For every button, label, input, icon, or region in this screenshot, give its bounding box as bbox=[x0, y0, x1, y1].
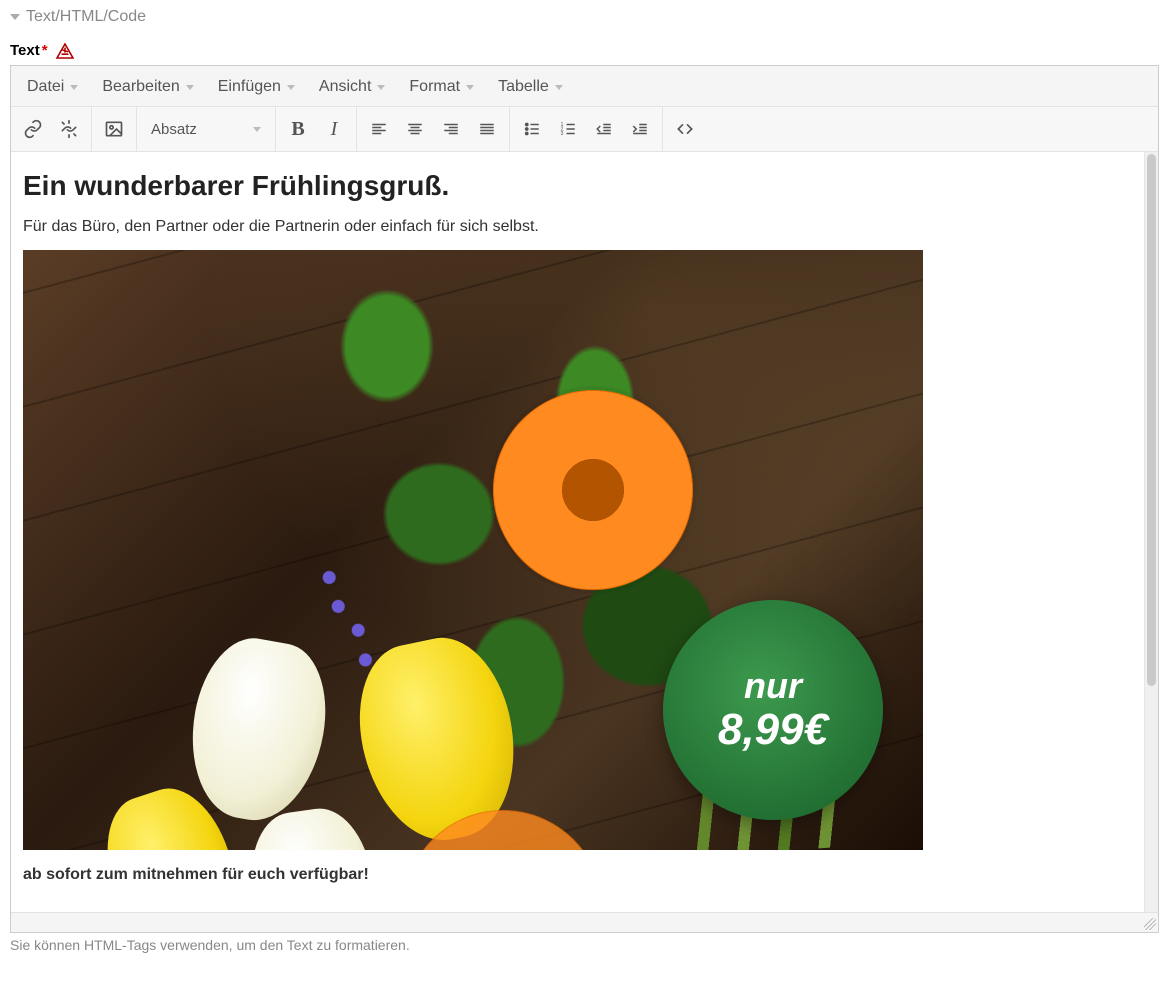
align-left-icon bbox=[370, 120, 388, 138]
chevron-down-icon bbox=[555, 85, 563, 90]
toolbar-group-text-style: B I bbox=[276, 107, 357, 151]
menu-label: Format bbox=[409, 78, 460, 96]
content-image[interactable]: nur 8,99€ bbox=[23, 250, 923, 850]
warning-icon bbox=[56, 43, 74, 59]
align-justify-icon bbox=[478, 120, 496, 138]
field-label-text: Text bbox=[10, 42, 40, 59]
insert-link-button[interactable] bbox=[15, 111, 51, 147]
content-heading[interactable]: Ein wunderbarer Frühlingsgruß. bbox=[23, 170, 1132, 202]
price-badge-line2: 8,99€ bbox=[718, 708, 828, 752]
bold-button[interactable]: B bbox=[280, 111, 316, 147]
indent-icon bbox=[631, 120, 649, 138]
caret-down-icon bbox=[10, 14, 20, 20]
bold-icon: B bbox=[291, 118, 304, 141]
section-title: Text/HTML/Code bbox=[26, 8, 146, 26]
chevron-down-icon bbox=[377, 85, 385, 90]
svg-text:3: 3 bbox=[561, 131, 564, 137]
section-header[interactable]: Text/HTML/Code bbox=[10, 8, 1159, 26]
numbered-list-button[interactable]: 123 bbox=[550, 111, 586, 147]
field-help-text: Sie können HTML-Tags verwenden, um den T… bbox=[10, 937, 1159, 953]
unlink-icon bbox=[59, 119, 79, 139]
insert-image-button[interactable] bbox=[96, 111, 132, 147]
vertical-scrollbar[interactable] bbox=[1144, 152, 1158, 912]
toolbar-group-align bbox=[357, 107, 510, 151]
outdent-button[interactable] bbox=[586, 111, 622, 147]
align-center-button[interactable] bbox=[397, 111, 433, 147]
indent-button[interactable] bbox=[622, 111, 658, 147]
menu-label: Tabelle bbox=[498, 78, 549, 96]
toolbar-group-source bbox=[663, 107, 707, 151]
align-right-icon bbox=[442, 120, 460, 138]
menu-ansicht[interactable]: Ansicht bbox=[309, 72, 395, 102]
rich-text-editor: Datei Bearbeiten Einfügen Ansicht Format… bbox=[10, 65, 1159, 933]
bullet-list-icon bbox=[523, 120, 541, 138]
chevron-down-icon bbox=[253, 127, 261, 132]
italic-icon: I bbox=[331, 118, 338, 141]
editor-menubar: Datei Bearbeiten Einfügen Ansicht Format… bbox=[11, 66, 1158, 107]
editor-body-wrap: Ein wunderbarer Frühlingsgruß. Für das B… bbox=[11, 152, 1158, 912]
orange-flower-graphic bbox=[493, 390, 693, 590]
editor-statusbar bbox=[11, 912, 1158, 932]
content-intro[interactable]: Für das Büro, den Partner oder die Partn… bbox=[23, 218, 1132, 236]
italic-button[interactable]: I bbox=[316, 111, 352, 147]
source-code-button[interactable] bbox=[667, 111, 703, 147]
editor-content[interactable]: Ein wunderbarer Frühlingsgruß. Für das B… bbox=[11, 152, 1144, 912]
menu-label: Ansicht bbox=[319, 78, 371, 96]
resize-handle[interactable] bbox=[1144, 918, 1156, 930]
menu-bearbeiten[interactable]: Bearbeiten bbox=[92, 72, 203, 102]
price-badge: nur 8,99€ bbox=[663, 600, 883, 820]
menu-format[interactable]: Format bbox=[399, 72, 484, 102]
bullet-list-button[interactable] bbox=[514, 111, 550, 147]
outdent-icon bbox=[595, 120, 613, 138]
block-format-select[interactable]: Absatz bbox=[141, 111, 271, 147]
toolbar-group-lists: 123 bbox=[510, 107, 663, 151]
remove-link-button[interactable] bbox=[51, 111, 87, 147]
numbered-list-icon: 123 bbox=[559, 120, 577, 138]
menu-label: Bearbeiten bbox=[102, 78, 179, 96]
scroll-thumb[interactable] bbox=[1147, 154, 1156, 686]
code-icon bbox=[675, 119, 695, 139]
editor-toolbar: Absatz B I bbox=[11, 107, 1158, 152]
required-marker: * bbox=[42, 42, 48, 59]
chevron-down-icon bbox=[70, 85, 78, 90]
block-format-value: Absatz bbox=[151, 121, 197, 138]
align-left-button[interactable] bbox=[361, 111, 397, 147]
toolbar-group-links bbox=[11, 107, 92, 151]
chevron-down-icon bbox=[466, 85, 474, 90]
link-icon bbox=[23, 119, 43, 139]
menu-datei[interactable]: Datei bbox=[17, 72, 88, 102]
menu-label: Einfügen bbox=[218, 78, 281, 96]
toolbar-group-format-select: Absatz bbox=[137, 107, 276, 151]
align-right-button[interactable] bbox=[433, 111, 469, 147]
chevron-down-icon bbox=[287, 85, 295, 90]
toolbar-group-image bbox=[92, 107, 137, 151]
chevron-down-icon bbox=[186, 85, 194, 90]
content-outro[interactable]: ab sofort zum mitnehmen für euch verfügb… bbox=[23, 866, 1132, 884]
field-label: Text * bbox=[10, 42, 1159, 59]
align-center-icon bbox=[406, 120, 424, 138]
price-badge-line1: nur bbox=[744, 668, 802, 704]
menu-tabelle[interactable]: Tabelle bbox=[488, 72, 573, 102]
image-icon bbox=[104, 119, 124, 139]
menu-label: Datei bbox=[27, 78, 64, 96]
align-justify-button[interactable] bbox=[469, 111, 505, 147]
menu-einfuegen[interactable]: Einfügen bbox=[208, 72, 305, 102]
